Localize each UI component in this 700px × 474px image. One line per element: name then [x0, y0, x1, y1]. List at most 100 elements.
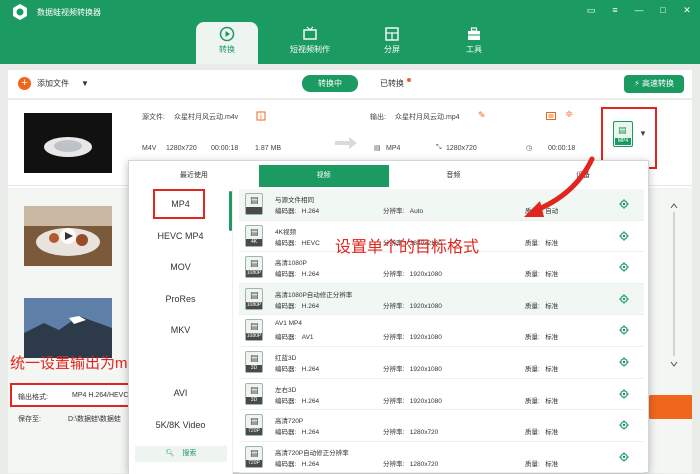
gear-icon[interactable]: [619, 452, 629, 462]
app-logo: [13, 4, 27, 20]
tab-tools[interactable]: 工具: [443, 22, 505, 64]
preset-row[interactable]: ▤ 1080P AV1 MP4 编码器: AV1 分辨率: 1920x1080 质量: 标…: [239, 315, 644, 347]
tab-video[interactable]: 视频: [258, 165, 389, 187]
preset-resolution: 分辨率: 1920x1080: [383, 300, 442, 310]
resolution-value: 1280x720: [409, 429, 439, 437]
encoder-value: H.264: [301, 429, 320, 437]
format-item-mov[interactable]: MOV: [129, 252, 232, 284]
preset-encoder: 编码器: H.264: [275, 205, 319, 215]
convert-icon: [219, 26, 235, 42]
gear-icon[interactable]: [619, 262, 629, 272]
fast-convert-button[interactable]: ⚡ 高速转换: [624, 75, 684, 93]
chevron-down-icon[interactable]: ▼: [81, 79, 89, 88]
source-filename: 众星村月风云动.m4v: [174, 114, 239, 121]
encoder-label: 编码器:: [275, 365, 297, 373]
annotation-set-all: 统一设置输出为mp4: [10, 355, 145, 372]
format-search-button[interactable]: 🔍︎ 搜索: [135, 446, 227, 462]
format-item-5k8k[interactable]: 5K/8K Video: [129, 410, 232, 442]
message-icon[interactable]: ▭: [586, 5, 596, 15]
split-screen-icon: [385, 27, 399, 41]
tab-short-video[interactable]: 短视频制作: [279, 22, 341, 64]
quality-label: 质量:: [525, 365, 540, 373]
encoder-value: H.264: [301, 460, 320, 468]
output-resolution: 1280x720: [446, 145, 477, 152]
resolution-label: 分辨率:: [383, 397, 405, 405]
preset-quality: 质量: 标准: [525, 300, 558, 310]
encoder-value: H.264: [301, 397, 320, 405]
quality-label: 质量:: [525, 460, 540, 468]
format-item-hevc-mp4[interactable]: HEVC MP4: [129, 221, 232, 253]
preset-icon-label: [246, 207, 262, 214]
resolution-value: Auto: [409, 208, 424, 215]
quality-value: 标准: [545, 302, 559, 310]
converted-tab[interactable]: 已转换: [380, 77, 411, 89]
resolution-value: 1920x1080: [409, 271, 442, 279]
output-format-selector[interactable]: 输出格式: MP4 H.264/HEVC: [10, 383, 145, 407]
quality-value: 标准: [545, 271, 559, 279]
tab-recent[interactable]: 最近使用: [129, 165, 259, 187]
preset-encoder: 编码器: H.264: [275, 426, 319, 436]
preset-row[interactable]: ▤ 3D 左右3D 编码器: H.264 分辨率: 1920x1080 质量: 标准: [239, 379, 644, 411]
edit-icon[interactable]: ✎: [478, 110, 486, 121]
info-icon[interactable]: i: [256, 111, 266, 121]
preset-row[interactable]: ▤ 1080P 高清1080P自动修正分辨率 编码器: H.264 分辨率: 1920x…: [239, 283, 644, 316]
preset-name: 与源文件相同: [275, 197, 314, 204]
preset-row[interactable]: ▤ 3D 红蓝3D 编码器: H.264 分辨率: 1920x1080 质量: 标准: [239, 347, 644, 379]
convert-all-button[interactable]: [648, 395, 692, 419]
output-label: 输出:: [370, 114, 386, 121]
preset-encoder: 编码器: AV1: [275, 331, 314, 341]
gear-icon[interactable]: [619, 420, 629, 430]
preset-row[interactable]: ▤ 720P 高清720P 编码器: H.264 分辨率: 1280x720 质量: 标准: [239, 410, 644, 442]
gear-icon[interactable]: [619, 199, 629, 209]
output-format-value: MP4 H.264/HEVC: [72, 392, 129, 399]
close-icon[interactable]: ✕: [682, 5, 692, 15]
format-item-avi[interactable]: AVI: [129, 378, 232, 410]
menu-icon[interactable]: ≡: [610, 5, 620, 15]
tab-convert[interactable]: 转换: [196, 22, 258, 64]
save-to-path[interactable]: D:\数据蛙\数据蛙: [68, 414, 121, 424]
audio-track-icon[interactable]: ≑: [565, 109, 573, 120]
preset-icon-label: 4K: [246, 238, 262, 246]
format-item-prores[interactable]: ProRes: [129, 284, 232, 316]
format-item-mkv[interactable]: MKV: [129, 315, 232, 347]
preset-format-icon: ▤ 720P: [245, 414, 263, 437]
tab-split-screen[interactable]: 分屏: [361, 22, 423, 64]
film-icon: ▤: [250, 289, 259, 300]
video-thumbnail[interactable]: [24, 206, 112, 266]
gear-icon[interactable]: [619, 230, 629, 241]
preset-encoder: 编码器: H.264: [275, 458, 319, 468]
maximize-icon[interactable]: □: [658, 5, 668, 15]
scroll-control[interactable]: [669, 200, 679, 370]
annotation-set-single: 设置单个的目标格式: [335, 239, 480, 256]
add-file-label: 添加文件: [37, 79, 69, 88]
gear-icon[interactable]: [619, 294, 629, 304]
video-thumbnail[interactable]: [24, 298, 112, 358]
resolution-label: 分辨率:: [383, 302, 405, 310]
quality-label: 质量:: [525, 429, 540, 437]
format-icon-label: MP4: [615, 138, 631, 145]
format-list-scrollbar[interactable]: [229, 191, 232, 231]
add-file-button[interactable]: + 添加文件 ▼: [18, 77, 89, 90]
video-format-icon: ▤: [374, 145, 381, 152]
encoder-label: 编码器:: [275, 239, 297, 247]
quality-value: 标准: [545, 365, 559, 373]
gear-icon[interactable]: [619, 357, 629, 367]
quality-label: 质量:: [525, 239, 540, 247]
preset-name: 左右3D: [275, 386, 297, 394]
preset-resolution: 分辨率: Auto: [383, 205, 423, 215]
tab-audio[interactable]: 音频: [389, 165, 519, 187]
gear-icon[interactable]: [619, 388, 629, 399]
preset-row[interactable]: ▤ 720P 高清720P自动修正分辨率 编码器: H.264 分辨率: 1280x72…: [239, 442, 644, 474]
encoder-value: H.264: [301, 271, 320, 279]
minimize-icon[interactable]: —: [634, 5, 644, 15]
quality-label: 质量:: [525, 271, 540, 279]
gear-icon[interactable]: [619, 325, 629, 336]
subtitle-icon[interactable]: [546, 111, 556, 121]
format-icon: ▤ MP4: [613, 121, 633, 147]
converting-tab[interactable]: 转换中: [302, 74, 358, 92]
preset-name: 高清720P: [275, 418, 304, 426]
save-to-label: 保存至:: [18, 416, 41, 423]
preset-icon-label: 3D: [246, 364, 262, 372]
format-item-blank[interactable]: [129, 347, 232, 379]
video-thumbnail[interactable]: [24, 113, 112, 173]
